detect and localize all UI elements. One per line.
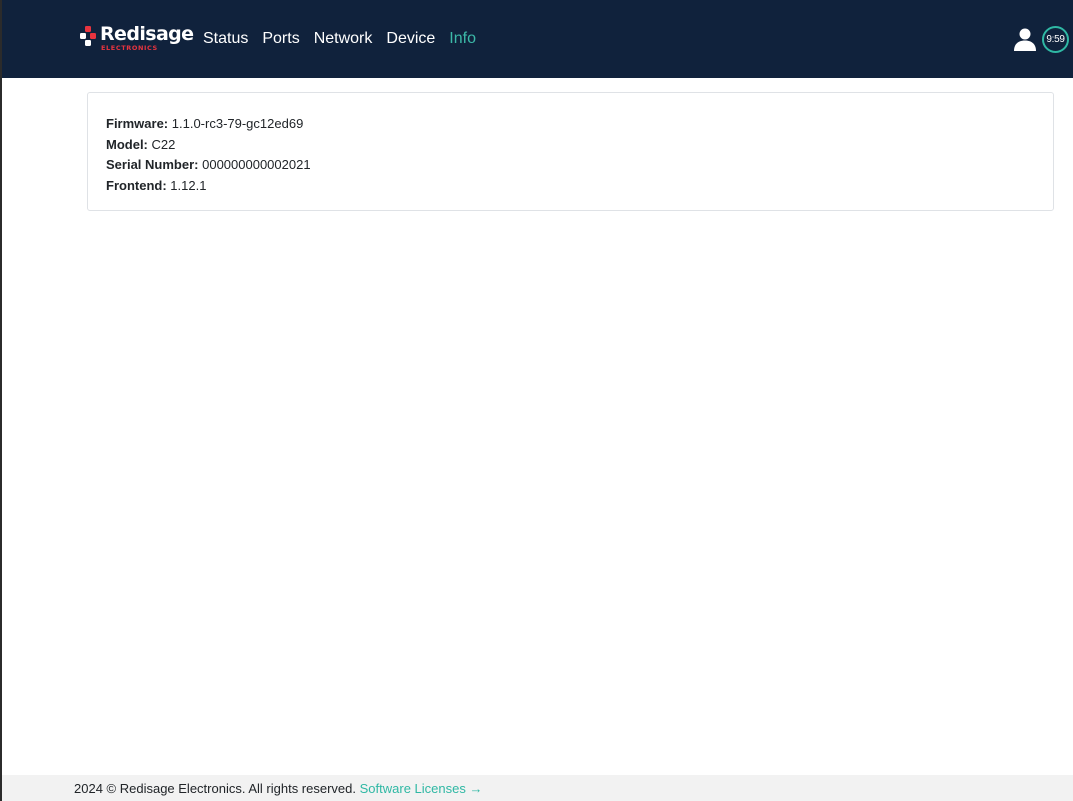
nav-device[interactable]: Device <box>386 29 435 49</box>
device-info-card: Firmware: 1.1.0-rc3-79-gc12ed69 Model: C… <box>87 92 1054 211</box>
model-value: C22 <box>151 136 176 152</box>
brand-name: Redisage <box>100 23 194 45</box>
firmware-value: 1.1.0-rc3-79-gc12ed69 <box>171 116 304 131</box>
logo-mark-icon <box>80 26 96 46</box>
session-timer: 9:59 <box>1042 26 1069 53</box>
footer-text: 2024 © Redisage Electronics. All rights … <box>74 781 482 796</box>
brand-subtitle: ELECTRONICS <box>101 44 158 52</box>
nav-ports[interactable]: Ports <box>262 29 299 49</box>
serial-value: 000000000002021 <box>202 157 311 172</box>
nav-status[interactable]: Status <box>203 29 248 49</box>
brand-logo[interactable]: Redisage ELECTRONICS <box>80 23 194 54</box>
user-icon[interactable] <box>1013 27 1037 51</box>
main-nav: Status Ports Network Device Info <box>203 29 490 49</box>
nav-info[interactable]: Info <box>449 29 476 49</box>
model-label: Model: <box>106 136 148 152</box>
top-navbar: Redisage ELECTRONICS Status Ports Networ… <box>2 0 1073 78</box>
frontend-value: 1.12.1 <box>170 177 207 193</box>
firmware-row: Firmware: 1.1.0-rc3-79-gc12ed69 <box>106 114 1035 135</box>
nav-network[interactable]: Network <box>314 29 373 49</box>
serial-label: Serial Number: <box>106 157 199 172</box>
firmware-label: Firmware: <box>106 116 169 131</box>
serial-row: Serial Number: 000000000002021 <box>106 155 1035 176</box>
frontend-label: Frontend: <box>106 177 167 193</box>
frontend-row: Frontend: 1.12.1 <box>106 176 1035 197</box>
copyright-text: 2024 © Redisage Electronics. All rights … <box>74 781 356 796</box>
software-licenses-link[interactable]: Software Licenses → <box>360 781 483 796</box>
page-footer: 2024 © Redisage Electronics. All rights … <box>2 775 1073 801</box>
user-silhouette-icon <box>1014 28 1036 51</box>
window-edge <box>0 0 2 801</box>
model-row: Model: C22 <box>106 135 1035 156</box>
